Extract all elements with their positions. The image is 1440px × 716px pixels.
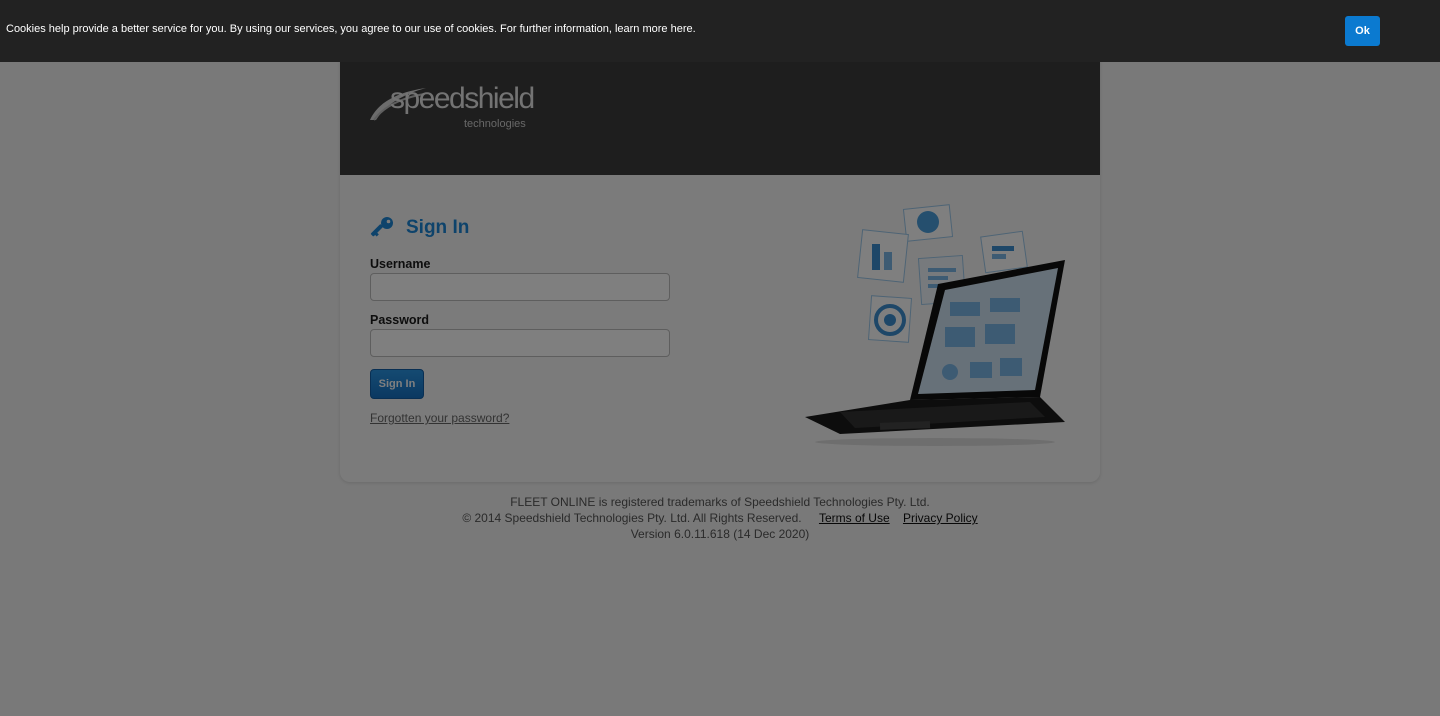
cookie-message: Cookies help provide a better service fo… bbox=[6, 23, 696, 35]
cookie-banner: Cookies help provide a better service fo… bbox=[0, 0, 1440, 62]
cookie-ok-button[interactable]: Ok bbox=[1345, 16, 1380, 46]
modal-overlay bbox=[0, 0, 1440, 716]
